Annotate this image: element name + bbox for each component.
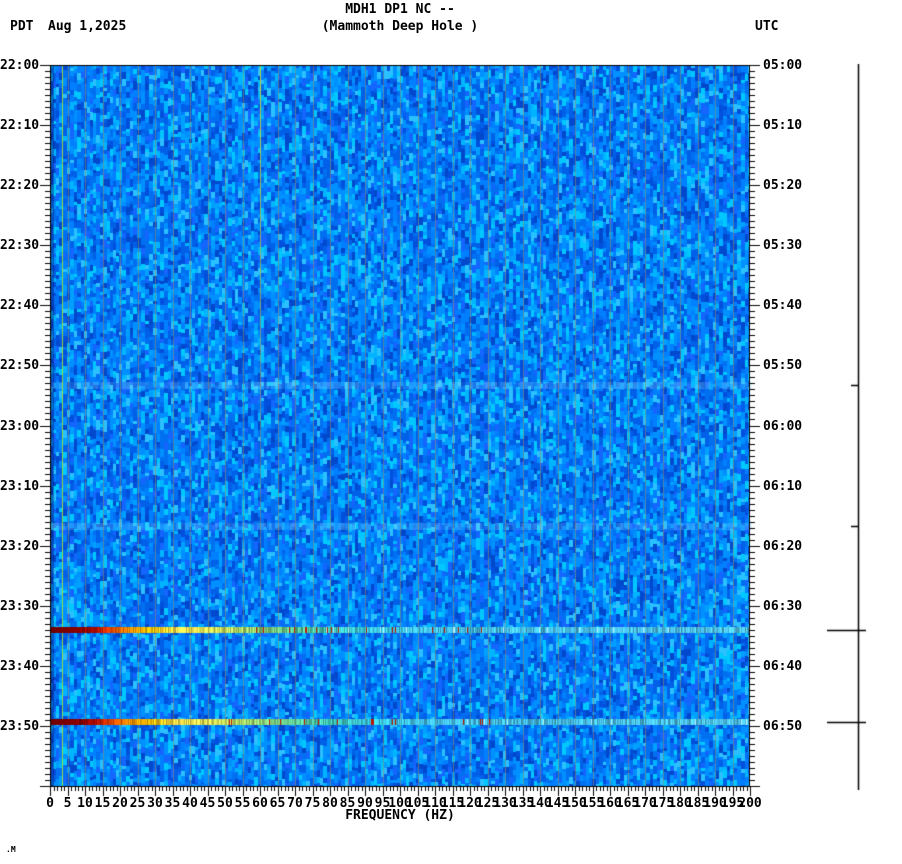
- timezone-left-label: PDT: [10, 19, 34, 34]
- right-time-label: 06:30: [763, 598, 803, 614]
- freq-tick-label: 200: [738, 796, 762, 811]
- left-time-label: 22:50: [0, 358, 40, 374]
- right-time-label: 06:40: [763, 658, 803, 674]
- footer-note: .M: [6, 845, 16, 854]
- spectrogram-page: PDT Aug 1,2025 UTC MDH1 DP1 NC -- (Mammo…: [0, 0, 902, 864]
- left-time-label: 22:10: [0, 118, 40, 134]
- left-time-label: 23:30: [0, 598, 40, 614]
- left-time-label: 23:10: [0, 478, 40, 494]
- left-time-label: 22:40: [0, 298, 40, 314]
- left-time-label: 22:00: [0, 58, 40, 73]
- left-time-label: 22:20: [0, 178, 40, 194]
- timezone-right-label: UTC: [755, 19, 779, 34]
- right-time-label: 06:20: [763, 538, 803, 554]
- left-time-label: 23:20: [0, 538, 40, 554]
- station-title: MDH1 DP1 NC --: [345, 2, 455, 17]
- right-time-label: 06:50: [763, 718, 803, 734]
- left-time-label: 22:30: [0, 238, 40, 254]
- right-time-label: 05:40: [763, 298, 803, 314]
- right-time-label: 05:00: [763, 58, 803, 73]
- left-time-label: 23:50: [0, 718, 40, 734]
- right-time-label: 05:30: [763, 238, 803, 254]
- station-subtitle: (Mammoth Deep Hole ): [321, 19, 479, 34]
- left-time-label: 23:00: [0, 418, 40, 434]
- right-time-label: 06:10: [763, 478, 803, 494]
- right-time-label: 05:50: [763, 358, 803, 374]
- right-time-label: 06:00: [763, 418, 803, 434]
- left-time-label: 23:40: [0, 658, 40, 674]
- x-axis-title: FREQUENCY (HZ): [345, 808, 455, 823]
- right-time-label: 05:20: [763, 178, 803, 194]
- right-time-label: 05:10: [763, 118, 803, 134]
